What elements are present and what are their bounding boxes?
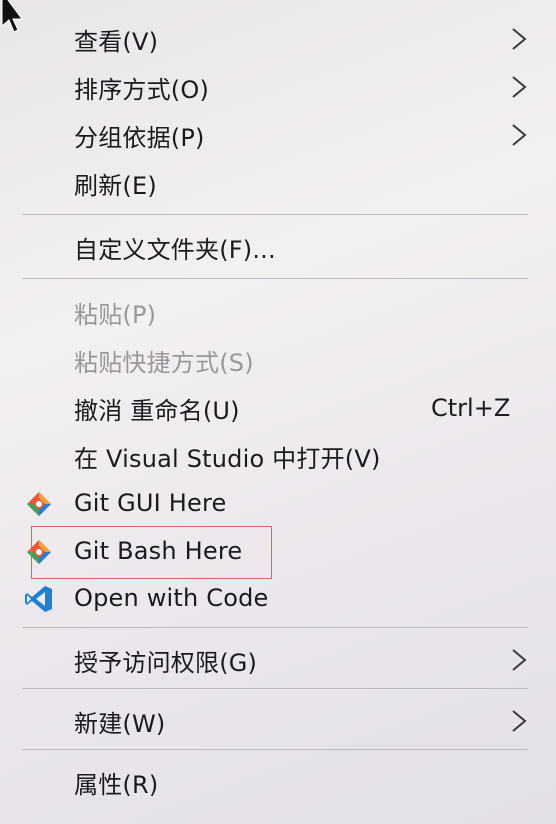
menu-item-label: 粘贴快捷方式(S): [74, 348, 254, 377]
menu-item-label: Git GUI Here: [74, 489, 227, 517]
menu-item-group-by[interactable]: 分组依据(P): [0, 113, 556, 157]
menu-separator: [22, 749, 528, 750]
menu-item-label: 自定义文件夹(F)...: [74, 235, 276, 264]
menu-item-refresh[interactable]: 刷新(E): [0, 161, 556, 205]
menu-item-label: 粘贴(P): [74, 300, 157, 329]
menu-item-give-access[interactable]: 授予访问权限(G): [0, 638, 556, 682]
menu-separator: [22, 627, 528, 628]
menu-item-label: 排序方式(O): [74, 75, 210, 104]
chevron-right-icon: [512, 28, 527, 50]
menu-item-view[interactable]: 查看(V): [0, 17, 556, 61]
menu-item-paste: 粘贴(P): [0, 290, 556, 334]
menu-item-label: 属性(R): [74, 770, 159, 799]
menu-separator: [22, 278, 528, 279]
menu-item-paste-shortcut: 粘贴快捷方式(S): [0, 338, 556, 382]
chevron-right-icon: [512, 710, 527, 732]
menu-item-label: 查看(V): [74, 27, 159, 56]
menu-item-undo-rename[interactable]: 撤消 重命名(U) Ctrl+Z: [0, 386, 556, 430]
vscode-icon: [25, 586, 52, 612]
menu-item-open-in-visual-studio[interactable]: 在 Visual Studio 中打开(V): [0, 434, 556, 478]
chevron-right-icon: [512, 649, 527, 671]
menu-item-label: 新建(W): [74, 709, 166, 738]
menu-item-sort-by[interactable]: 排序方式(O): [0, 65, 556, 109]
menu-item-label: Open with Code: [74, 584, 269, 612]
menu-item-label: 分组依据(P): [74, 123, 205, 152]
menu-item-git-gui-here[interactable]: Git GUI Here: [0, 481, 556, 525]
git-gui-icon: [27, 492, 51, 516]
menu-item-customize-folder[interactable]: 自定义文件夹(F)...: [0, 225, 556, 269]
menu-item-label: 刷新(E): [74, 171, 157, 200]
menu-item-open-with-code[interactable]: Open with Code: [0, 576, 556, 620]
menu-item-label: 授予访问权限(G): [74, 648, 258, 677]
chevron-right-icon: [512, 124, 527, 146]
menu-item-shortcut: Ctrl+Z: [431, 394, 511, 422]
menu-item-label: 在 Visual Studio 中打开(V): [74, 444, 381, 473]
menu-separator: [22, 688, 528, 689]
highlight-box: [31, 526, 272, 579]
menu-separator: [22, 214, 528, 215]
menu-item-new[interactable]: 新建(W): [0, 699, 556, 743]
menu-item-properties[interactable]: 属性(R): [0, 760, 556, 804]
chevron-right-icon: [512, 76, 527, 98]
context-menu: 查看(V) 排序方式(O) 分组依据(P) 刷新(E) 自定义文件夹(F)...…: [0, 0, 556, 824]
menu-item-label: 撤消 重命名(U): [74, 396, 240, 425]
